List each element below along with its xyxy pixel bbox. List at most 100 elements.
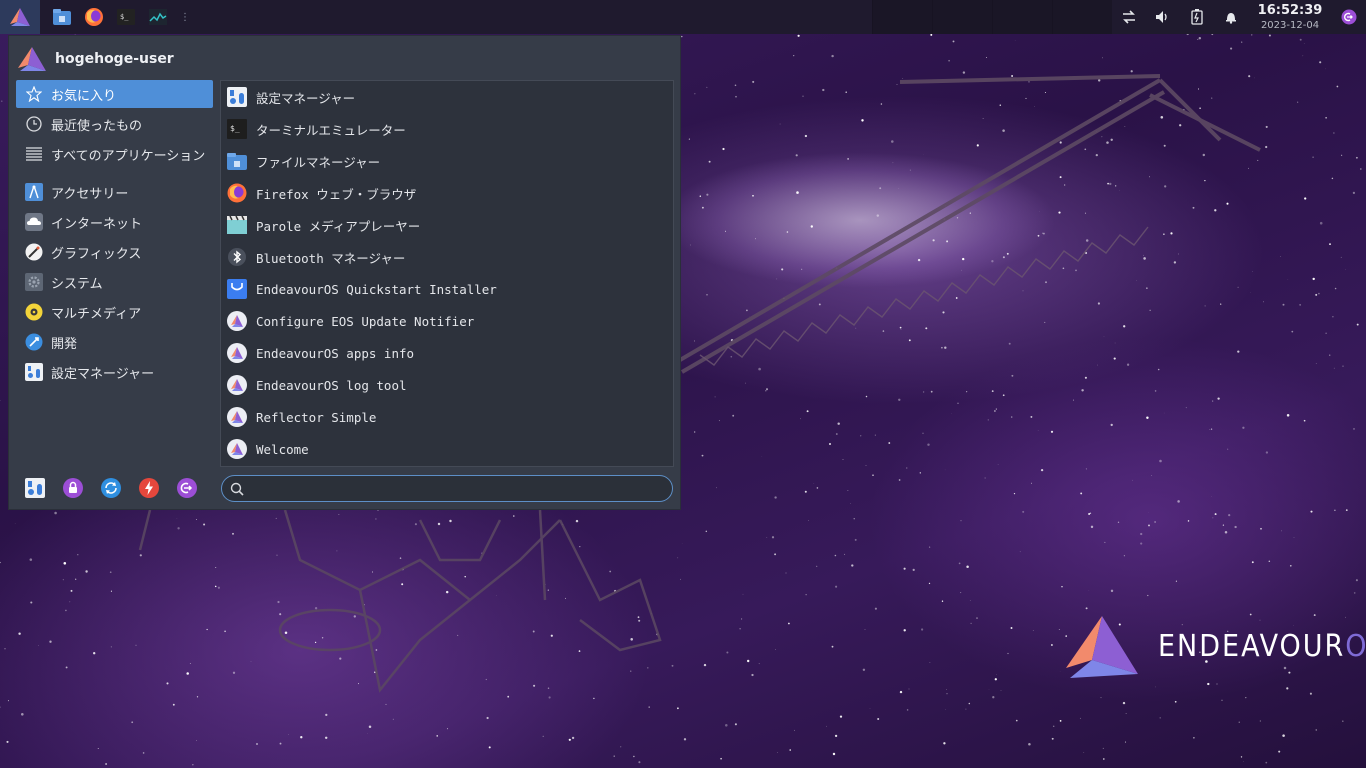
- category-development[interactable]: 開発: [16, 328, 213, 356]
- eos-icon: [226, 310, 248, 332]
- app-item-settings-manager[interactable]: 設定マネージャー: [221, 81, 673, 113]
- system-tray: 16:52:39 2023-12-04: [1112, 0, 1366, 34]
- logout-icon[interactable]: [175, 476, 199, 500]
- multimedia-icon: [25, 303, 43, 321]
- category-all-applications[interactable]: すべてのアプリケーション: [16, 140, 213, 168]
- cloud-icon: [25, 213, 43, 231]
- eos-icon: [226, 438, 248, 460]
- category-label: グラフィックス: [51, 246, 142, 262]
- logout-icon[interactable]: [1332, 0, 1366, 34]
- settings-manager-icon: [226, 86, 248, 108]
- endeavouros-watermark: ENDEAVOUROS: [1062, 612, 1366, 680]
- app-label: 設定マネージャー: [256, 90, 356, 106]
- endeavouros-wordmark: ENDEAVOUROS: [1158, 628, 1366, 664]
- app-item-parole[interactable]: Parole メディアプレーヤー: [221, 209, 673, 241]
- app-label: Bluetooth マネージャー: [256, 250, 406, 266]
- category-system[interactable]: システム: [16, 268, 213, 296]
- app-item-firefox[interactable]: Firefox ウェブ・ブラウザ: [221, 177, 673, 209]
- system-gear-icon: [25, 273, 43, 291]
- list-icon: [25, 145, 43, 163]
- category-label: アクセサリー: [51, 186, 129, 202]
- app-label: Reflector Simple: [256, 409, 377, 425]
- app-item-quickstart-installer[interactable]: EndeavourOS Quickstart Installer: [221, 273, 673, 305]
- eos-icon: [226, 374, 248, 396]
- category-internet[interactable]: インターネット: [16, 208, 213, 236]
- lock-icon[interactable]: [61, 476, 85, 500]
- app-item-eos-apps-info[interactable]: EndeavourOS apps info: [221, 337, 673, 369]
- accessories-icon: [25, 183, 43, 201]
- username: hogehoge-user: [55, 51, 174, 67]
- category-favorites[interactable]: お気に入り: [16, 80, 213, 108]
- category-label: インターネット: [51, 216, 143, 232]
- app-item-file-manager[interactable]: ファイルマネージャー: [221, 145, 673, 177]
- category-multimedia[interactable]: マルチメディア: [16, 298, 213, 326]
- clock-time: 16:52:39: [1257, 2, 1323, 18]
- category-list: お気に入り 最近使ったもの すべてのアプリケーション アクセサリー インターネッ…: [16, 80, 213, 388]
- app-label: EndeavourOS apps info: [256, 345, 415, 361]
- folder-icon: [226, 150, 248, 172]
- search-icon: [230, 482, 244, 496]
- menu-action-bar: [23, 476, 199, 500]
- application-menu: hogehoge-user お気に入り 最近使ったもの すべてのアプリケーション: [8, 35, 681, 510]
- bluetooth-icon: [226, 246, 248, 268]
- app-item-eos-update-notifier[interactable]: Configure EOS Update Notifier: [221, 305, 673, 337]
- category-settings[interactable]: 設定マネージャー: [16, 358, 213, 386]
- category-label: すべてのアプリケーション: [51, 148, 206, 164]
- settings-action-icon[interactable]: [23, 476, 47, 500]
- app-label: ターミナルエミュレーター: [256, 122, 406, 138]
- graphics-icon: [25, 243, 43, 261]
- search-field[interactable]: [221, 475, 673, 502]
- search-input[interactable]: [250, 481, 672, 496]
- app-label: Welcome: [256, 441, 309, 457]
- terminal-icon[interactable]: $_: [114, 5, 138, 29]
- eos-icon: [226, 406, 248, 428]
- category-recent[interactable]: 最近使ったもの: [16, 110, 213, 138]
- development-icon: [25, 333, 43, 351]
- system-monitor-icon[interactable]: [146, 5, 170, 29]
- app-label: Firefox ウェブ・ブラウザ: [256, 186, 417, 202]
- star-icon: [25, 85, 43, 103]
- notification-bell-icon[interactable]: [1214, 0, 1248, 34]
- switch-user-icon[interactable]: [99, 476, 123, 500]
- clock-date: 2023-12-04: [1260, 19, 1320, 31]
- panel-handle[interactable]: ⋮: [180, 12, 190, 23]
- category-label: 設定マネージャー: [51, 366, 155, 382]
- battery-icon[interactable]: [1180, 0, 1214, 34]
- app-item-welcome[interactable]: Welcome: [221, 433, 673, 465]
- svg-text:$_: $_: [230, 124, 240, 133]
- svg-text:$_: $_: [120, 13, 129, 21]
- settings-icon: [25, 363, 43, 381]
- file-manager-icon[interactable]: [50, 5, 74, 29]
- category-label: お気に入り: [51, 88, 117, 104]
- network-icon[interactable]: [1112, 0, 1146, 34]
- user-avatar-icon: [18, 47, 46, 71]
- favorites-app-list: 設定マネージャー $_ ターミナルエミュレーター ファイルマネージャー Fire…: [220, 80, 674, 467]
- terminal-icon: $_: [226, 118, 248, 140]
- task-launchers: $_ ⋮: [50, 5, 190, 29]
- power-icon[interactable]: [137, 476, 161, 500]
- category-graphics[interactable]: グラフィックス: [16, 238, 213, 266]
- app-label: ファイルマネージャー: [256, 154, 381, 170]
- category-label: マルチメディア: [51, 306, 142, 322]
- whisker-menu-button[interactable]: [0, 0, 40, 34]
- app-label: Configure EOS Update Notifier: [256, 313, 475, 329]
- panel-clock[interactable]: 16:52:39 2023-12-04: [1248, 4, 1332, 31]
- endeavouros-logo-icon: [10, 8, 30, 26]
- category-label: 最近使ったもの: [51, 118, 143, 134]
- workspace-switcher[interactable]: [872, 0, 1112, 34]
- parole-icon: [226, 214, 248, 236]
- firefox-icon[interactable]: [82, 5, 106, 29]
- top-panel: $_ ⋮ 16:52:39 2023-12-04: [0, 0, 1366, 34]
- endeavouros-logo-icon: [1066, 616, 1138, 678]
- category-label: システム: [51, 276, 103, 292]
- installer-icon: [226, 278, 248, 300]
- category-label: 開発: [51, 336, 78, 352]
- app-item-reflector-simple[interactable]: Reflector Simple: [221, 401, 673, 433]
- app-item-bluetooth[interactable]: Bluetooth マネージャー: [221, 241, 673, 273]
- clock-icon: [25, 115, 43, 133]
- category-accessories[interactable]: アクセサリー: [16, 178, 213, 206]
- volume-icon[interactable]: [1146, 0, 1180, 34]
- app-item-terminal[interactable]: $_ ターミナルエミュレーター: [221, 113, 673, 145]
- eos-icon: [226, 342, 248, 364]
- app-item-eos-log-tool[interactable]: EndeavourOS log tool: [221, 369, 673, 401]
